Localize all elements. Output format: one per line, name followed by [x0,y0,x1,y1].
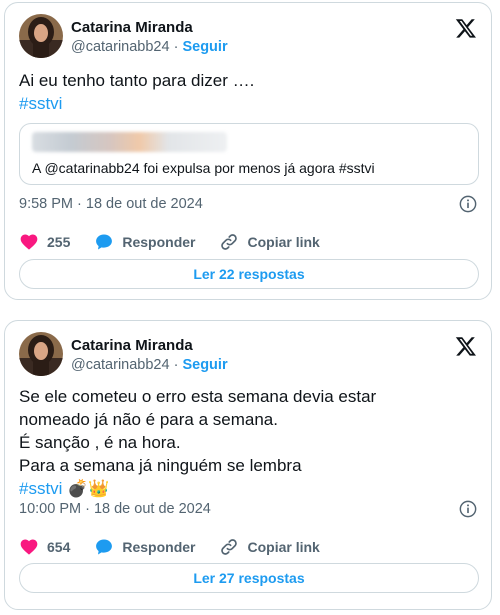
tweet-card[interactable]: Catarina Miranda @catarinabb24 · Seguir … [4,2,492,300]
info-icon[interactable] [459,195,477,213]
timestamp[interactable]: 9:58 PM · 18 de out de 2024 [19,196,203,212]
author-handle[interactable]: @catarinabb24 [71,39,170,55]
reply-label: Responder [122,539,196,555]
like-count: 255 [47,234,71,250]
info-icon[interactable] [459,500,477,518]
bomb-crown-emoji: 💣👑 [67,479,110,499]
quoted-tweet-text: A @catarinabb24 foi expulsa por menos já… [32,160,375,176]
heart-icon [19,537,39,557]
tweet-text-line: nomeado já não é para a semana. [19,410,278,429]
like-button[interactable]: 654 [19,537,70,557]
reply-button[interactable]: Responder [94,537,195,557]
follow-button[interactable]: Seguir [182,357,227,373]
hashtag-link[interactable]: #sstvi [19,479,62,498]
like-button[interactable]: 255 [19,232,70,252]
read-replies-button[interactable]: Ler 27 respostas [19,563,479,593]
copy-link-label: Copiar link [247,234,320,250]
follow-button[interactable]: Seguir [182,39,227,55]
speech-bubble-icon [94,537,114,557]
author-name[interactable]: Catarina Miranda [71,337,193,354]
tweet-text-line: Ai eu tenho tanto para dizer …. [19,71,255,90]
tweet-text-line: É sanção , é na hora. [19,433,181,452]
copy-link-button[interactable]: Copiar link [219,537,320,557]
avatar[interactable] [19,332,63,376]
like-count: 654 [47,539,71,555]
tweet-text: Ai eu tenho tanto para dizer …. #sstvi [19,69,254,115]
x-logo-icon[interactable] [455,17,477,39]
hashtag-link[interactable]: #sstvi [19,94,62,113]
author-handle[interactable]: @catarinabb24 [71,357,170,373]
author-handle-line: @catarinabb24 · Seguir [71,39,228,55]
link-icon [219,232,239,252]
separator-dot: · [173,357,179,373]
speech-bubble-icon [94,232,114,252]
reply-button[interactable]: Responder [94,232,195,252]
copy-link-label: Copiar link [247,539,320,555]
heart-icon [19,232,39,252]
tweet-text-line: Para a semana já ninguém se lembra [19,456,302,475]
action-bar: 654 Responder Copiar link [19,536,344,558]
reply-label: Responder [122,234,196,250]
separator-dot: · [173,39,179,55]
tweet-text: Se ele cometeu o erro esta semana devia … [19,385,376,501]
blurred-quote-header [32,132,227,152]
action-bar: 255 Responder Copiar link [19,231,344,253]
read-replies-button[interactable]: Ler 22 respostas [19,259,479,289]
timestamp[interactable]: 10:00 PM · 18 de out de 2024 [19,501,211,517]
quoted-tweet[interactable]: A @catarinabb24 foi expulsa por menos já… [19,123,479,185]
author-handle-line: @catarinabb24 · Seguir [71,357,228,373]
copy-link-button[interactable]: Copiar link [219,232,320,252]
link-icon [219,537,239,557]
tweet-text-line: Se ele cometeu o erro esta semana devia … [19,387,377,406]
tweet-card[interactable]: Catarina Miranda @catarinabb24 · Seguir … [4,320,492,610]
author-name[interactable]: Catarina Miranda [71,19,193,36]
avatar[interactable] [19,14,63,58]
x-logo-icon[interactable] [455,335,477,357]
